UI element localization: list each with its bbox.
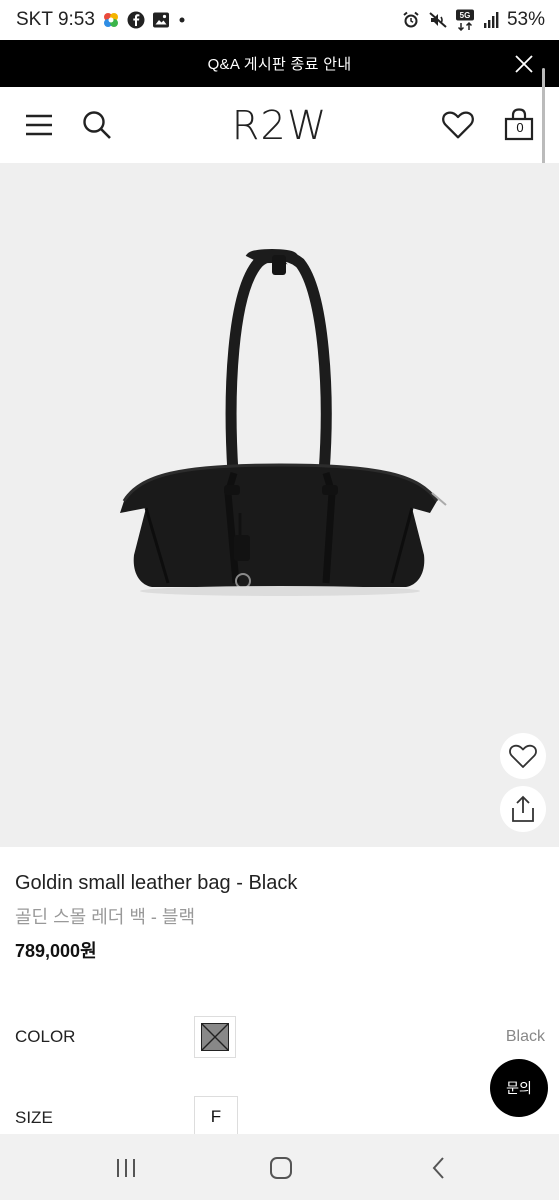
product-image[interactable] bbox=[0, 163, 559, 847]
system-nav-bar bbox=[0, 1134, 559, 1200]
cart-count: 0 bbox=[516, 120, 524, 135]
gallery-icon bbox=[152, 11, 170, 29]
status-left: SKT 9:53 bbox=[16, 9, 187, 31]
shopping-bag-icon[interactable]: 0 bbox=[502, 108, 538, 142]
status-right: 5G 53% bbox=[401, 9, 545, 31]
notice-banner[interactable]: Q&A 게시판 종료 안내 bbox=[0, 40, 559, 87]
product-name-ko: 골딘 스몰 레더 백 - 블랙 bbox=[15, 907, 196, 927]
inquiry-button[interactable]: 문의 bbox=[490, 1059, 548, 1117]
carrier-label: SKT bbox=[16, 9, 53, 30]
product-price: 789,000원 bbox=[15, 941, 97, 961]
alarm-icon bbox=[401, 10, 421, 30]
dot-icon bbox=[177, 15, 187, 25]
color-label: COLOR bbox=[15, 1027, 76, 1046]
close-icon[interactable] bbox=[513, 53, 535, 75]
share-button[interactable] bbox=[500, 786, 546, 832]
bag-illustration bbox=[120, 249, 447, 596]
notice-text[interactable]: Q&A 게시판 종료 안내 bbox=[208, 53, 352, 74]
clock: 9:53 bbox=[57, 9, 95, 30]
network-5g-icon: 5G bbox=[455, 9, 475, 31]
svg-text:5G: 5G bbox=[460, 11, 471, 20]
size-label: SIZE bbox=[15, 1108, 53, 1127]
pinwheel-icon bbox=[102, 11, 120, 29]
site-header: R2W 0 bbox=[0, 87, 559, 163]
heart-icon[interactable] bbox=[441, 108, 475, 142]
product-info: Goldin small leather bag - Black 골딘 스몰 레… bbox=[15, 872, 297, 963]
back-icon[interactable] bbox=[424, 1153, 454, 1183]
size-option-f[interactable]: F bbox=[194, 1096, 238, 1138]
facebook-icon bbox=[127, 11, 145, 29]
home-icon[interactable] bbox=[266, 1153, 296, 1183]
color-swatch-black[interactable] bbox=[194, 1016, 236, 1058]
recent-apps-icon[interactable] bbox=[111, 1153, 141, 1183]
product-name-en: Goldin small leather bag - Black bbox=[15, 872, 298, 894]
status-bar: SKT 9:53 5G 53% bbox=[0, 0, 559, 40]
swatch-selected-icon bbox=[201, 1023, 229, 1051]
mute-icon bbox=[428, 10, 448, 30]
color-value: Black bbox=[505, 1028, 545, 1045]
battery-percent: 53% bbox=[506, 9, 545, 30]
heart-icon bbox=[509, 744, 537, 768]
brand-logo[interactable]: R2W bbox=[0, 103, 559, 149]
share-icon bbox=[512, 795, 534, 822]
wishlist-float-button[interactable] bbox=[500, 733, 546, 779]
signal-icon bbox=[482, 11, 500, 29]
